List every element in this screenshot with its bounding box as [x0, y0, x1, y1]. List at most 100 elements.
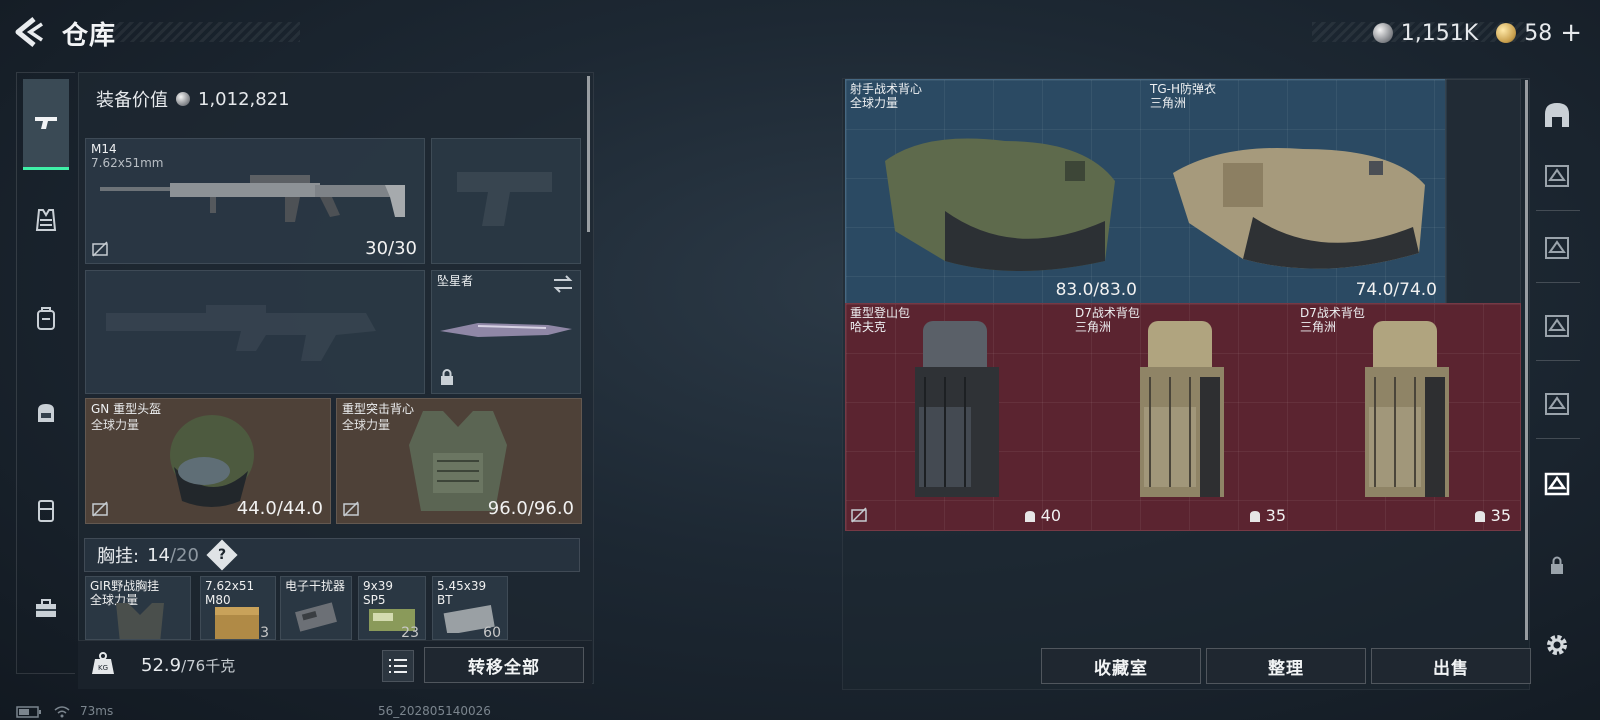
weight-current: 52.9: [141, 655, 182, 676]
help-icon[interactable]: ?: [206, 539, 238, 571]
battery-icon: [16, 706, 41, 718]
storage-item[interactable]: D7战术背包 三角洲 35: [1295, 303, 1519, 529]
swap-arrows-icon[interactable]: [552, 275, 574, 293]
organize-button[interactable]: 整理: [1206, 648, 1366, 684]
m14-rifle-image: [100, 175, 405, 222]
d7-backpack-image: [1140, 321, 1224, 497]
storage-item[interactable]: D7战术背包 三角洲 35: [1070, 303, 1294, 529]
ammo-count: 23: [401, 625, 419, 640]
back-arrow-icon[interactable]: [14, 16, 44, 48]
chest-rig-total: /20: [169, 544, 199, 566]
pistol-icon: [35, 117, 57, 129]
page-title: 仓库: [62, 21, 117, 51]
weight-max: /76千克: [181, 657, 236, 675]
d7-backpack-image: [1365, 321, 1449, 497]
ammo-box-image: [215, 607, 259, 639]
loadout-scrollbar[interactable]: [587, 76, 590, 232]
bag-icon: [38, 404, 54, 422]
ammo-caliber: 5.45x39: [437, 579, 487, 593]
tab-weapons[interactable]: [23, 79, 69, 170]
primary-weapon-durability: 30/30: [365, 238, 417, 259]
ammo-item[interactable]: 7.62x51 M80 3: [200, 576, 276, 640]
capacity-icon: [1024, 510, 1035, 522]
storage-page-tab[interactable]: [1540, 158, 1574, 192]
storage-home-icon: [1545, 103, 1569, 127]
gold-coin-icon: [1496, 23, 1517, 43]
melee-slot[interactable]: 坠星者: [431, 270, 581, 394]
chest-rig-capacity-bar: 胸挂: 14 /20 ?: [84, 538, 580, 572]
rifle-silhouette-icon: [106, 305, 376, 361]
storage-locked-tab[interactable]: [1540, 548, 1574, 582]
storage-page-tab[interactable]: [1540, 230, 1574, 264]
storage-page-tab[interactable]: [1540, 308, 1574, 342]
storage-grid-empty: [1445, 79, 1521, 305]
vest-icon: [35, 209, 57, 231]
item-source: 三角洲: [1075, 320, 1112, 334]
list-view-button[interactable]: [382, 650, 414, 682]
storage-page-5-icon: [1544, 472, 1570, 496]
weight-icon: KG: [92, 652, 114, 674]
tab-tools[interactable]: [23, 585, 69, 631]
storage-page-3-icon: [1545, 315, 1569, 337]
storage-home-tab[interactable]: [1540, 98, 1574, 132]
add-currency-button[interactable]: +: [1560, 18, 1582, 48]
tab-vests[interactable]: [23, 197, 69, 243]
ammo-count: 3: [260, 625, 269, 640]
storage-item[interactable]: TG-H防弹衣 三角洲 74.0/74.0: [1145, 79, 1445, 303]
divider: [1536, 210, 1580, 211]
armor-source: 全球力量: [342, 418, 391, 432]
collection-room-button[interactable]: 收藏室: [1041, 648, 1201, 684]
ammo-item[interactable]: 9x39 SP5 23: [358, 576, 426, 640]
ammo-caliber: 7.62x51: [205, 579, 255, 593]
lock-icon: [441, 369, 453, 385]
primary-weapon-slot[interactable]: M14 7.62x51mm 30/30: [85, 138, 425, 264]
storage-page-tab-active[interactable]: [1540, 466, 1574, 500]
non-returnable-icon: [851, 507, 867, 523]
secondary-weapon-slot[interactable]: [431, 138, 581, 264]
tab-backpacks[interactable]: [23, 295, 69, 341]
sell-button[interactable]: 出售: [1371, 648, 1531, 684]
ew-jammer-item[interactable]: 电子干扰器: [280, 576, 352, 640]
ew-jammer-name: 电子干扰器: [285, 579, 346, 593]
item-name: TG-H防弹衣: [1150, 82, 1216, 96]
storage-item[interactable]: 射手战术背心 全球力量 83.0/83.0: [845, 79, 1145, 303]
build-version-text: 56_202805140026: [378, 704, 491, 718]
item-source: 哈夫克: [850, 320, 887, 334]
chest-rig-used: 14: [147, 544, 170, 566]
divider: [1536, 438, 1580, 439]
item-capacity: 40: [1023, 506, 1061, 525]
chest-rig-label: 胸挂:: [97, 546, 140, 567]
item-capacity: 35: [1248, 506, 1286, 525]
storage-item[interactable]: 重型登山包 哈夫克 40: [845, 303, 1069, 529]
helmet-image: [170, 415, 254, 507]
non-returnable-icon: [343, 501, 359, 517]
heavy-backpack-image: [915, 321, 999, 497]
settings-gear-icon: [1547, 635, 1567, 655]
storage-page-tabs: [1528, 78, 1586, 678]
helmet-slot[interactable]: GN 重型头盔 全球力量 44.0/44.0: [85, 398, 331, 524]
item-source: 三角洲: [1150, 96, 1187, 110]
chest-rig-item[interactable]: GIR野战胸挂 全球力量: [85, 576, 191, 640]
left-category-tabs: [16, 72, 75, 674]
tertiary-weapon-slot[interactable]: [85, 270, 425, 394]
status-bar: 73ms 56_202805140026: [0, 702, 600, 720]
list-icon: [389, 659, 407, 673]
equip-value-label: 装备价值: [96, 90, 168, 111]
lock-icon: [1551, 556, 1563, 574]
tab-bags[interactable]: [23, 389, 69, 435]
storage-page-1-icon: [1545, 165, 1569, 187]
silver-coin-icon: [1372, 23, 1393, 43]
tg-h-armor-image: [1173, 148, 1425, 269]
non-returnable-icon: [92, 501, 108, 517]
helmet-source: 全球力量: [91, 418, 140, 432]
weight-display: 52.9/76千克: [141, 655, 235, 676]
tab-cases[interactable]: [23, 487, 69, 533]
currency-display: 1,151K 58 +: [1372, 18, 1582, 48]
backpack-icon: [37, 307, 55, 330]
settings-button[interactable]: [1540, 628, 1574, 662]
transfer-all-button[interactable]: 转移全部: [424, 647, 584, 683]
storage-page-tab[interactable]: [1540, 386, 1574, 420]
item-name: 射手战术背心: [850, 82, 923, 96]
ammo-item[interactable]: 5.45x39 BT 60: [432, 576, 508, 640]
armor-slot[interactable]: 重型突击背心 全球力量 96.0/96.0: [336, 398, 582, 524]
